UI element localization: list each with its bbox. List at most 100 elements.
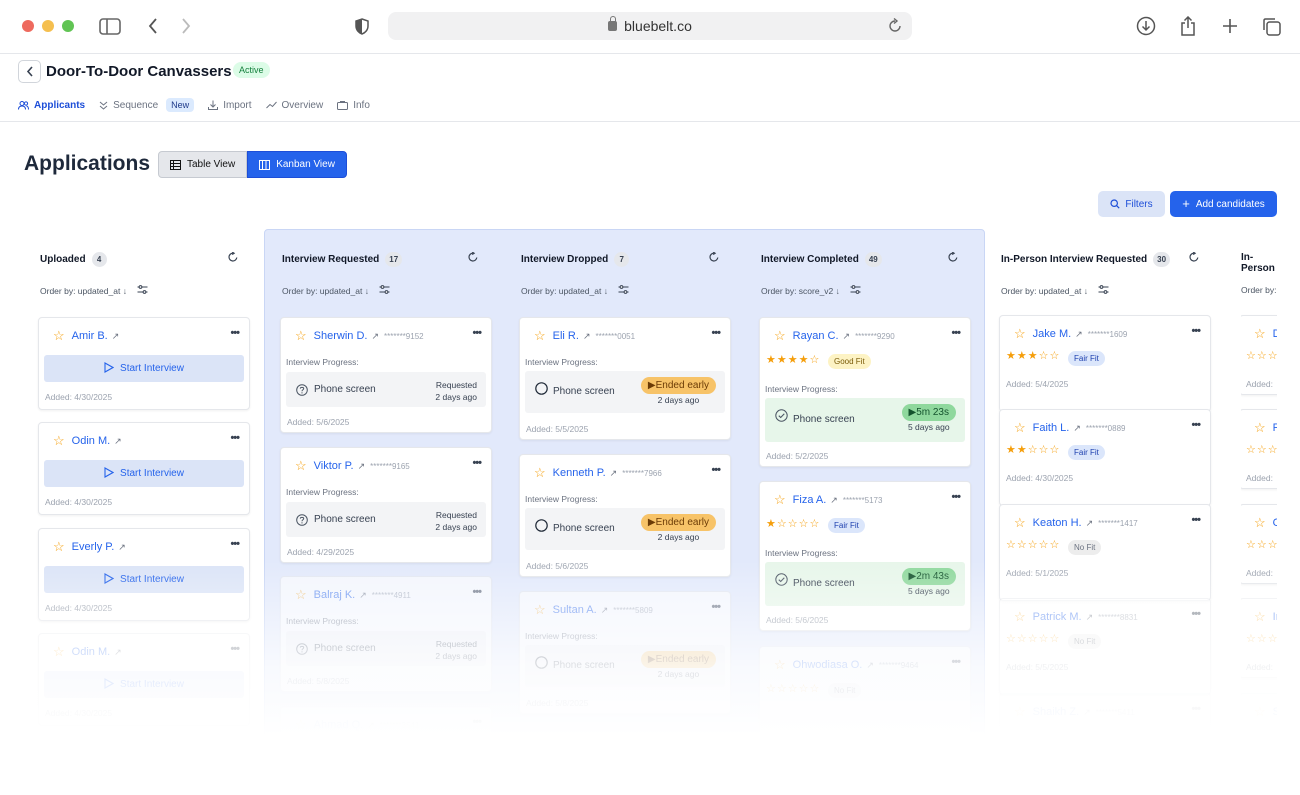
candidate-name[interactable]: ☆ Fiza A. ↗ *******5173 xyxy=(774,492,882,508)
address-bar[interactable]: bluebelt.co xyxy=(388,12,912,40)
order-by-control[interactable]: Order by: updated_at ↓ xyxy=(282,285,390,296)
external-link-icon[interactable]: ↗ xyxy=(359,590,367,601)
add-candidates-button[interactable]: + Add candidates xyxy=(1170,191,1277,217)
external-link-icon[interactable]: ↗ xyxy=(583,331,591,342)
candidate-name[interactable]: ☆ D xyxy=(1254,326,1277,342)
star-favorite-icon[interactable]: ☆ xyxy=(295,717,307,733)
external-link-icon[interactable]: ↗ xyxy=(114,647,122,658)
order-by-control[interactable]: Order by: updated_at ↓ xyxy=(40,285,148,296)
candidate-card[interactable]: ☆ Eli R. ↗ *******0051 ••• Interview Progress… xyxy=(519,317,731,440)
more-options-icon[interactable]: ••• xyxy=(230,432,240,444)
candidate-card[interactable]: ☆ Sherwin D. ↗ *******9152 ••• Interview Prog… xyxy=(280,317,492,433)
external-link-icon[interactable]: ↗ xyxy=(843,331,851,342)
candidate-card[interactable]: ☆ Fiza A. ↗ *******5173 ••• ★☆☆☆☆ Fair Fit Inte… xyxy=(759,481,971,631)
more-options-icon[interactable]: ••• xyxy=(472,327,482,339)
order-by-control[interactable]: Order by: updated_at ↓ xyxy=(521,285,629,296)
sidebar-toggle-icon[interactable] xyxy=(98,14,122,38)
candidate-name[interactable]: ☆ Jake M. ↗ *******1609 xyxy=(1014,326,1127,342)
candidate-name[interactable]: ☆ Ahmad Q. ↗ *******3541 xyxy=(295,717,419,733)
external-link-icon[interactable]: ↗ xyxy=(1086,518,1094,529)
more-options-icon[interactable]: ••• xyxy=(951,656,961,668)
minimize-window-button[interactable] xyxy=(42,20,54,32)
maximize-window-button[interactable] xyxy=(62,20,74,32)
external-link-icon[interactable]: ↗ xyxy=(610,468,618,479)
star-favorite-icon[interactable]: ☆ xyxy=(1014,515,1026,531)
candidate-card[interactable]: ☆ Faith L. ↗ *******0889 ••• ★★☆☆☆ Fair Fit Add… xyxy=(999,409,1211,506)
more-options-icon[interactable]: ••• xyxy=(1191,325,1201,337)
more-options-icon[interactable]: ••• xyxy=(230,643,240,655)
candidate-card[interactable]: ☆ Balraj K. ↗ *******4911 ••• Interview Progr… xyxy=(280,576,492,692)
forward-icon[interactable] xyxy=(174,14,198,38)
tab-info[interactable]: Info xyxy=(337,100,370,111)
external-link-icon[interactable]: ↗ xyxy=(371,331,379,342)
kanban-view-button[interactable]: Kanban View xyxy=(247,151,347,178)
sort-settings-icon[interactable] xyxy=(608,285,629,296)
candidate-name[interactable]: ☆ Viktor P. ↗ *******9165 xyxy=(295,458,410,474)
more-options-icon[interactable]: ••• xyxy=(711,601,721,613)
candidate-name[interactable]: ☆ Ir xyxy=(1254,609,1277,625)
external-link-icon[interactable]: ↗ xyxy=(866,660,874,671)
more-options-icon[interactable]: ••• xyxy=(230,538,240,550)
refresh-icon[interactable] xyxy=(228,251,238,265)
new-tab-icon[interactable] xyxy=(1218,14,1242,38)
candidate-card[interactable]: ☆ O ☆☆☆ Added: xyxy=(1241,504,1277,584)
candidate-card[interactable]: ☆ Odin M. ↗ ••• Start Interview Added: 4/30/2… xyxy=(38,633,250,726)
candidate-card[interactable]: ☆ Jake M. ↗ *******1609 ••• ★★★☆☆ Fair Fit Adde… xyxy=(999,315,1211,412)
close-window-button[interactable] xyxy=(22,20,34,32)
candidate-card[interactable]: ☆ Everly P. ↗ ••• Start Interview Added: 4/30… xyxy=(38,528,250,621)
tab-applicants[interactable]: Applicants xyxy=(18,100,85,111)
external-link-icon[interactable]: ↗ xyxy=(1083,707,1091,718)
more-options-icon[interactable]: ••• xyxy=(230,327,240,339)
refresh-icon[interactable] xyxy=(468,251,478,265)
star-favorite-icon[interactable]: ☆ xyxy=(53,539,65,555)
tabs-overview-icon[interactable] xyxy=(1259,14,1283,38)
order-by-control[interactable]: Order by: xyxy=(1241,285,1276,295)
star-favorite-icon[interactable]: ☆ xyxy=(1014,420,1026,436)
star-favorite-icon[interactable]: ☆ xyxy=(1254,420,1266,436)
more-options-icon[interactable]: ••• xyxy=(472,716,482,728)
external-link-icon[interactable]: ↗ xyxy=(114,436,122,447)
star-favorite-icon[interactable]: ☆ xyxy=(53,644,65,660)
candidate-name[interactable]: ☆ Amir B. ↗ xyxy=(53,328,119,344)
candidate-name[interactable]: ☆ Kenneth P. ↗ *******7966 xyxy=(534,465,662,481)
more-options-icon[interactable]: ••• xyxy=(1191,419,1201,431)
filters-button[interactable]: Filters xyxy=(1098,191,1165,217)
more-options-icon[interactable]: ••• xyxy=(472,586,482,598)
start-interview-button[interactable]: Start Interview xyxy=(44,671,244,698)
sort-settings-icon[interactable] xyxy=(1088,285,1109,296)
tab-import[interactable]: Import xyxy=(208,100,252,111)
candidate-name[interactable]: ☆ Sherwin D. ↗ *******9152 xyxy=(295,328,424,344)
tab-sequence[interactable]: Sequence New xyxy=(99,98,195,112)
download-icon[interactable] xyxy=(1134,14,1158,38)
star-favorite-icon[interactable]: ☆ xyxy=(1254,704,1266,720)
external-link-icon[interactable]: ↗ xyxy=(112,331,120,342)
candidate-name[interactable]: ☆ Ohwodiasa O. ↗ *******9464 xyxy=(774,657,919,673)
candidate-card[interactable]: ☆ S xyxy=(1241,693,1277,750)
external-link-icon[interactable]: ↗ xyxy=(601,605,609,616)
start-interview-button[interactable]: Start Interview xyxy=(44,566,244,593)
candidate-name[interactable]: ☆ Everly P. ↗ xyxy=(53,539,126,555)
star-favorite-icon[interactable]: ☆ xyxy=(534,602,546,618)
star-favorite-icon[interactable]: ☆ xyxy=(774,492,786,508)
more-options-icon[interactable]: ••• xyxy=(1191,608,1201,620)
reload-icon[interactable] xyxy=(888,17,902,36)
star-favorite-icon[interactable]: ☆ xyxy=(1014,326,1026,342)
star-favorite-icon[interactable]: ☆ xyxy=(534,465,546,481)
candidate-name[interactable]: ☆ Balraj K. ↗ *******4911 xyxy=(295,587,411,603)
more-options-icon[interactable]: ••• xyxy=(472,457,482,469)
candidate-name[interactable]: ☆ Odin M. ↗ xyxy=(53,433,122,449)
refresh-icon[interactable] xyxy=(1189,251,1199,265)
more-options-icon[interactable]: ••• xyxy=(1191,703,1201,715)
more-options-icon[interactable]: ••• xyxy=(1191,514,1201,526)
star-favorite-icon[interactable]: ☆ xyxy=(1014,704,1026,720)
refresh-icon[interactable] xyxy=(709,251,719,265)
candidate-card[interactable]: ☆ Patrick M. ↗ *******8831 ••• ☆☆☆☆☆ No Fit Add… xyxy=(999,598,1211,695)
more-options-icon[interactable]: ••• xyxy=(711,327,721,339)
candidate-card[interactable]: ☆ Ohwodiasa O. ↗ *******9464 ••• ☆☆☆☆☆ No Fit xyxy=(759,646,971,766)
more-options-icon[interactable]: ••• xyxy=(951,491,961,503)
star-favorite-icon[interactable]: ☆ xyxy=(1254,515,1266,531)
candidate-name[interactable]: ☆ Keaton H. ↗ *******1417 xyxy=(1014,515,1138,531)
candidate-card[interactable]: ☆ Rayan C. ↗ *******9290 ••• ★★★★☆ Good Fit Int… xyxy=(759,317,971,467)
external-link-icon[interactable]: ↗ xyxy=(830,495,838,506)
star-favorite-icon[interactable]: ☆ xyxy=(534,328,546,344)
